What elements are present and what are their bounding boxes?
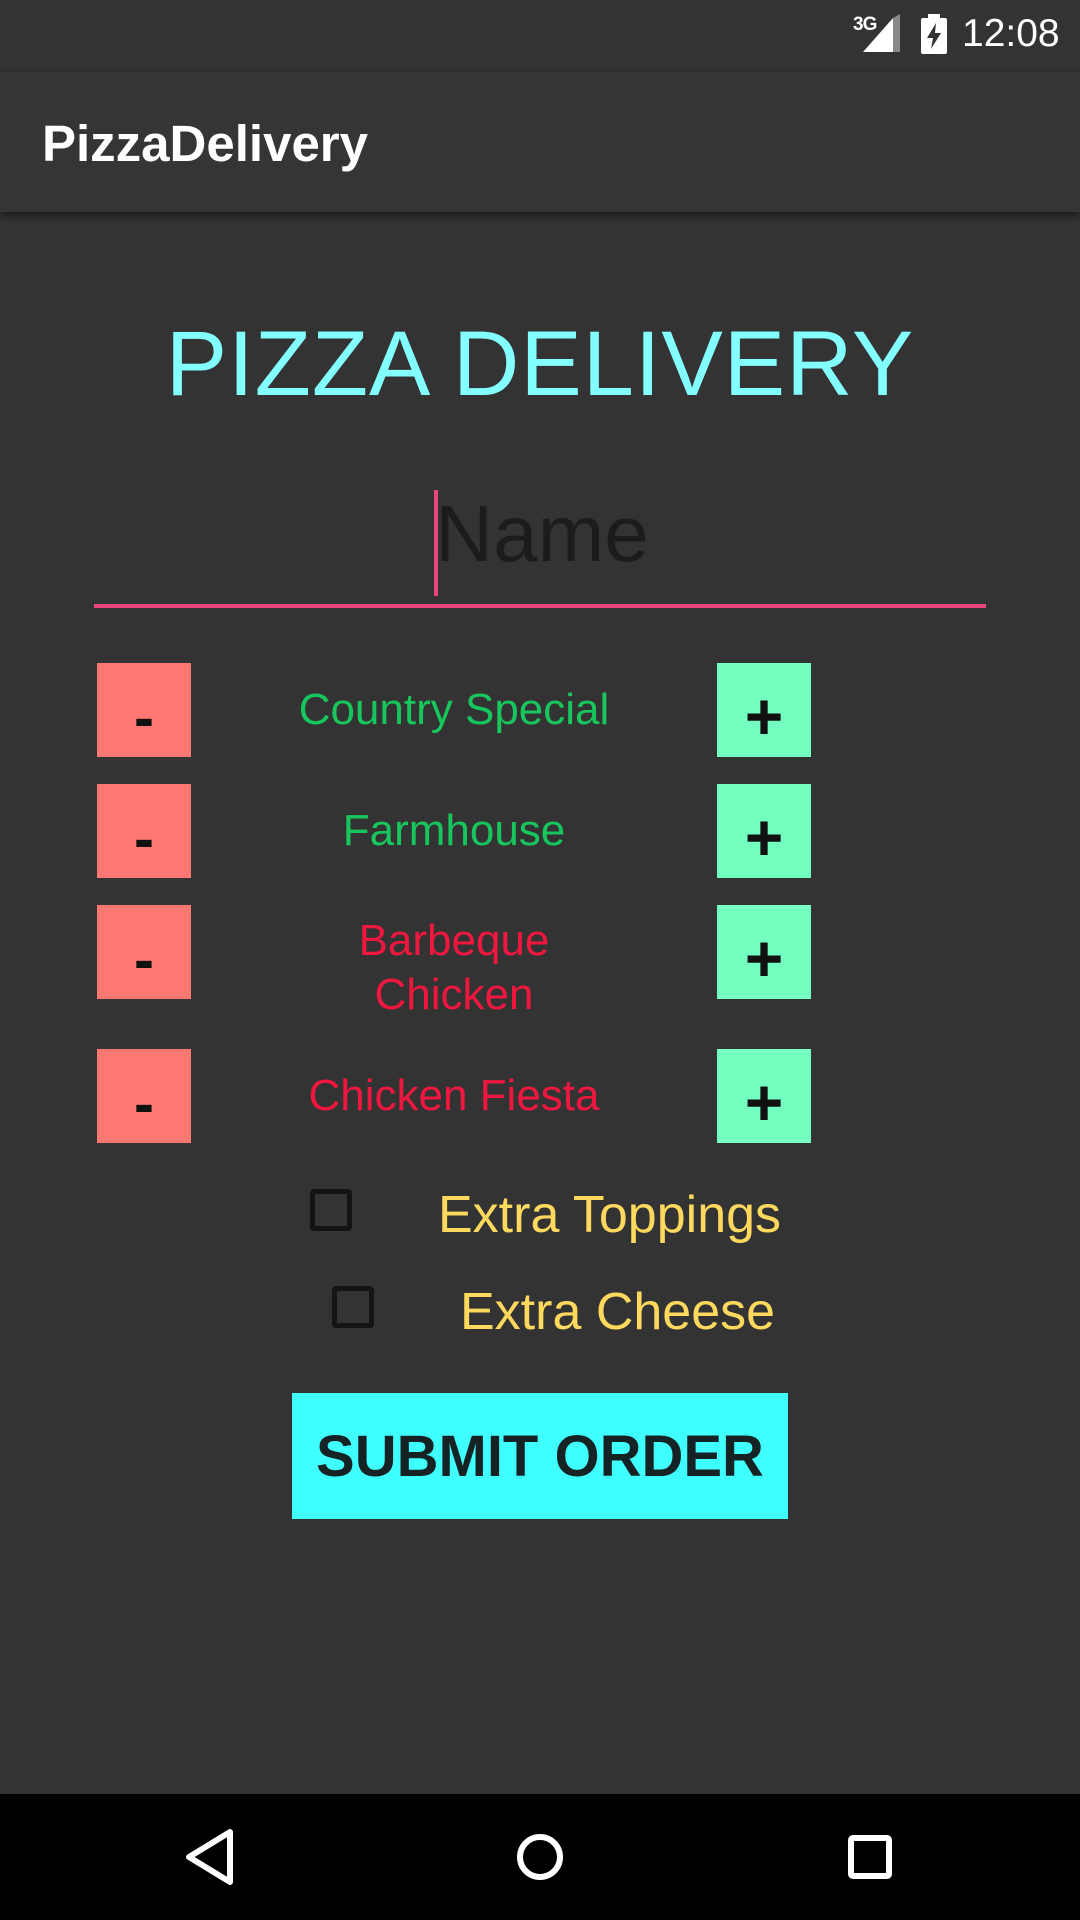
back-icon[interactable] xyxy=(160,1814,260,1900)
decrease-farmhouse-button[interactable]: - xyxy=(97,784,191,878)
status-bar: 3G 12:08 xyxy=(0,0,1080,72)
pizza-row-country-special: - Country Special + xyxy=(97,663,812,757)
increase-farmhouse-button[interactable]: + xyxy=(717,784,811,878)
increase-chicken-fiesta-button[interactable]: + xyxy=(717,1049,811,1143)
pizza-name-country-special: Country Special xyxy=(298,685,610,734)
pizza-row-chicken-fiesta: - Chicken Fiesta + xyxy=(97,1049,812,1143)
pizza-row-barbeque-chicken: - Barbeque Chicken + xyxy=(97,905,812,1019)
extra-cheese-checkbox[interactable] xyxy=(332,1286,374,1328)
app-bar: PizzaDelivery xyxy=(0,72,1080,212)
name-input[interactable] xyxy=(94,478,990,590)
extra-toppings-checkbox[interactable] xyxy=(310,1189,352,1231)
decrease-country-special-button[interactable]: - xyxy=(97,663,191,757)
increase-barbeque-chicken-button[interactable]: + xyxy=(717,905,811,999)
pizza-name-barbeque-chicken: Barbeque Chicken xyxy=(358,916,550,1019)
page-heading: PIZZA DELIVERY xyxy=(165,313,915,415)
pizza-name-chicken-fiesta: Chicken Fiesta xyxy=(308,1071,600,1120)
decrease-barbeque-chicken-button[interactable]: - xyxy=(97,905,191,999)
home-icon[interactable] xyxy=(490,1814,590,1900)
recents-icon[interactable] xyxy=(820,1814,920,1900)
screen: 3G 12:08 PizzaDelivery PIZZA DELIVERY - … xyxy=(0,0,1080,1920)
battery-charging-icon xyxy=(921,14,947,54)
status-clock: 12:08 xyxy=(962,12,1060,55)
name-field xyxy=(94,478,990,608)
pizza-row-farmhouse: - Farmhouse + xyxy=(97,784,812,878)
cellular-signal-icon xyxy=(863,14,900,52)
text-cursor xyxy=(434,490,438,596)
app-title: PizzaDelivery xyxy=(42,115,369,172)
extra-toppings-label: Extra Toppings xyxy=(438,1186,782,1244)
extra-toppings-row: Extra Toppings xyxy=(310,1185,810,1245)
decrease-chicken-fiesta-button[interactable]: - xyxy=(97,1049,191,1143)
increase-country-special-button[interactable]: + xyxy=(717,663,811,757)
extra-cheese-row: Extra Cheese xyxy=(332,1282,812,1342)
navigation-bar xyxy=(0,1794,1080,1920)
submit-order-button[interactable]: SUBMIT ORDER xyxy=(292,1393,788,1519)
pizza-name-farmhouse: Farmhouse xyxy=(342,806,566,855)
extra-cheese-label: Extra Cheese xyxy=(460,1283,776,1341)
